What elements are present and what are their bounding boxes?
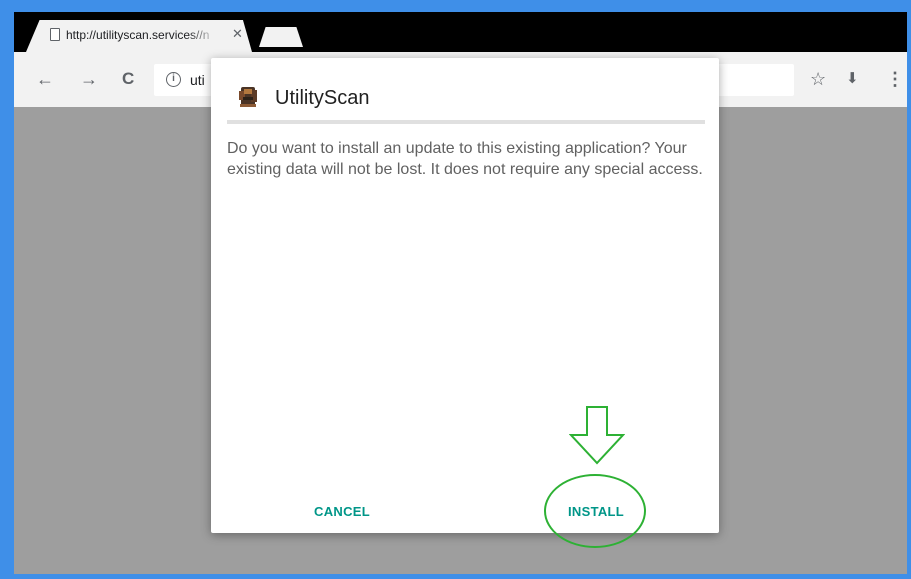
new-tab-button[interactable] [259,27,303,47]
tab-strip: http://utilityscan.services//n ✕ [14,12,907,52]
forward-icon[interactable]: → [80,69,98,89]
url-text: uti [190,72,205,88]
info-icon[interactable]: i [166,72,181,87]
install-message: Do you want to install an update to this… [227,140,703,178]
app-icon [239,87,257,107]
install-dialog: UtilityScan Do you want to install an up… [211,58,719,533]
close-tab-icon[interactable]: ✕ [232,25,243,43]
reload-icon[interactable]: C [122,69,134,89]
arrow-down-icon [569,406,625,465]
menu-icon[interactable]: ⋮ [886,69,904,89]
browser-tab[interactable]: http://utilityscan.services//n ✕ [26,20,252,52]
cancel-button[interactable]: CANCEL [314,504,370,520]
back-icon[interactable]: ← [36,69,54,89]
app-title: UtilityScan [275,87,370,109]
tab-title: http://utilityscan.services//n [66,28,210,42]
page-icon [50,28,60,41]
star-icon[interactable]: ☆ [810,69,826,89]
dialog-divider [227,120,705,124]
highlight-circle [544,474,646,548]
download-icon[interactable]: ⬇ [846,69,859,89]
